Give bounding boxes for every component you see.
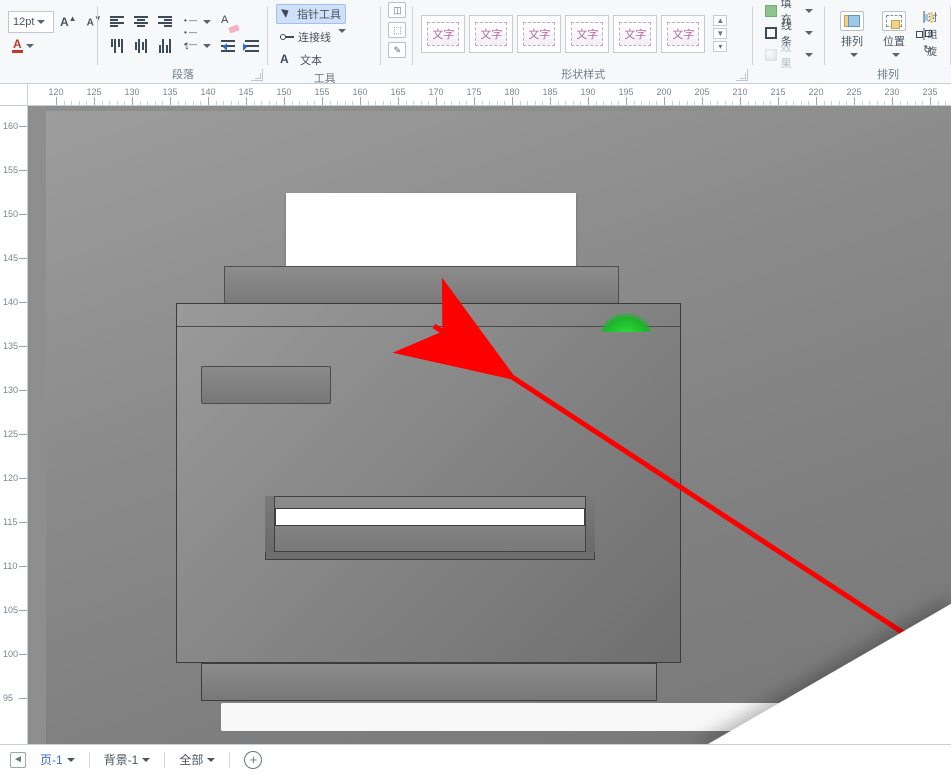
pointer-tool-label: 指针工具 xyxy=(297,6,341,22)
position-button[interactable]: 位置 xyxy=(875,8,913,60)
position-label: 位置 xyxy=(883,33,905,49)
drawing-canvas[interactable] xyxy=(28,106,951,744)
page-tab[interactable]: 页-1 xyxy=(40,751,75,768)
style-thumb-5[interactable]: 文字 xyxy=(613,15,657,53)
arrange-label: 排列 xyxy=(841,33,863,49)
page-tab-bar: ◄ 页-1 背景-1 全部 + xyxy=(0,744,951,774)
pointer-tool-button[interactable]: 指针工具 xyxy=(276,4,346,24)
gallery-more[interactable]: ▾ xyxy=(713,41,727,52)
background-tab[interactable]: 背景-1 xyxy=(104,751,151,768)
shape-styles-group-label: 形状样式 xyxy=(561,66,605,82)
connector-tool-label: 连接线 xyxy=(298,29,331,45)
decrease-indent-button[interactable] xyxy=(217,35,239,57)
text-tool-label: 文本 xyxy=(300,52,322,68)
style-thumb-6[interactable]: 文字 xyxy=(661,15,705,53)
mini-tool-2[interactable]: ⬚ xyxy=(388,22,406,38)
shape-effect-button[interactable]: 效果 xyxy=(761,46,817,64)
add-page-button[interactable]: + xyxy=(244,751,262,769)
paragraph-group: 段落 xyxy=(98,0,268,83)
vertical-ruler[interactable]: 1601551501451401351301251201151101051009… xyxy=(0,106,28,744)
style-thumb-4[interactable]: 文字 xyxy=(565,15,609,53)
clear-format-button[interactable] xyxy=(217,11,241,33)
horizontal-ruler[interactable]: 1201251301351401451501551601651701751801… xyxy=(28,84,951,106)
scope-selector[interactable]: 全部 xyxy=(179,751,215,768)
bullets-button[interactable] xyxy=(180,11,215,33)
effect-icon xyxy=(765,49,776,61)
shape-styles-dialog-launcher[interactable] xyxy=(736,69,748,81)
line-icon xyxy=(765,27,777,39)
arrange-button[interactable]: 排列 xyxy=(833,8,871,60)
font-size-value: 12pt xyxy=(13,16,34,28)
paragraph-group-label: 段落 xyxy=(172,66,194,82)
rotate-icon xyxy=(923,45,924,57)
style-thumb-3[interactable]: 文字 xyxy=(517,15,561,53)
font-color-button[interactable]: A xyxy=(8,35,38,57)
rotate-menu-button[interactable]: 旋 xyxy=(919,43,941,58)
mini-tool-3[interactable]: ✎ xyxy=(388,42,406,58)
arrange-group-label: 排列 xyxy=(877,66,899,82)
prev-page-button[interactable]: ◄ xyxy=(10,752,26,768)
text-tool-button[interactable]: 文本 xyxy=(276,50,373,70)
connector-tool-button[interactable]: 连接线 xyxy=(276,27,373,47)
align-center-button[interactable] xyxy=(130,11,152,33)
printer-led xyxy=(598,312,654,332)
ruler-corner xyxy=(0,84,28,106)
pointer-icon xyxy=(281,7,293,21)
line-spacing-button[interactable] xyxy=(180,35,215,57)
align-icon xyxy=(923,11,925,23)
font-size-field[interactable]: 12pt xyxy=(8,11,54,33)
style-thumb-2[interactable]: 文字 xyxy=(469,15,513,53)
shape-styles-group: 文字 文字 文字 文字 文字 文字 ▲ ▼ ▾ 形状样式 xyxy=(413,0,753,83)
valign-top-button[interactable] xyxy=(106,35,128,57)
font-group: 12pt A▲ A▼ A xyxy=(0,0,98,83)
fill-icon xyxy=(765,5,776,17)
tools-group: 指针工具 连接线 文本 工具 xyxy=(268,0,381,83)
position-icon xyxy=(882,11,906,31)
paragraph-dialog-launcher[interactable] xyxy=(251,69,263,81)
grow-font-button[interactable]: A▲ xyxy=(56,11,81,33)
edit-mini-group: ◫ ⬚ ✎ xyxy=(381,0,413,83)
group-icon xyxy=(923,28,925,40)
increase-indent-button[interactable] xyxy=(241,35,263,57)
group-menu-button[interactable]: 组 xyxy=(919,26,941,41)
style-thumb-1[interactable]: 文字 xyxy=(421,15,465,53)
printer-back-shape[interactable] xyxy=(224,266,619,306)
printer-base-shape[interactable] xyxy=(201,663,657,701)
page-curl xyxy=(696,601,951,744)
gallery-scroll-down[interactable]: ▼ xyxy=(713,28,727,39)
align-menu-button[interactable]: 对 xyxy=(919,9,941,24)
ribbon: 12pt A▲ A▼ A xyxy=(0,0,951,84)
align-left-button[interactable] xyxy=(106,11,128,33)
printer-panel-shape[interactable] xyxy=(201,366,331,404)
printer-tray-shape[interactable] xyxy=(265,496,595,552)
valign-bottom-button[interactable] xyxy=(154,35,176,57)
text-icon xyxy=(280,52,296,68)
arrange-group: 排列 位置 对 组 旋 排列 xyxy=(825,0,951,83)
connector-icon xyxy=(280,31,294,43)
arrange-icon xyxy=(840,11,864,31)
drawing-page[interactable] xyxy=(46,111,951,744)
valign-middle-button[interactable] xyxy=(130,35,152,57)
shape-format-group: 填充 线条 效果 xyxy=(753,0,825,83)
mini-tool-1[interactable]: ◫ xyxy=(388,2,406,18)
gallery-scroll: ▲ ▼ ▾ xyxy=(713,15,727,52)
printer-body-shape[interactable] xyxy=(176,303,681,663)
align-right-button[interactable] xyxy=(154,11,176,33)
gallery-scroll-up[interactable]: ▲ xyxy=(713,15,727,26)
